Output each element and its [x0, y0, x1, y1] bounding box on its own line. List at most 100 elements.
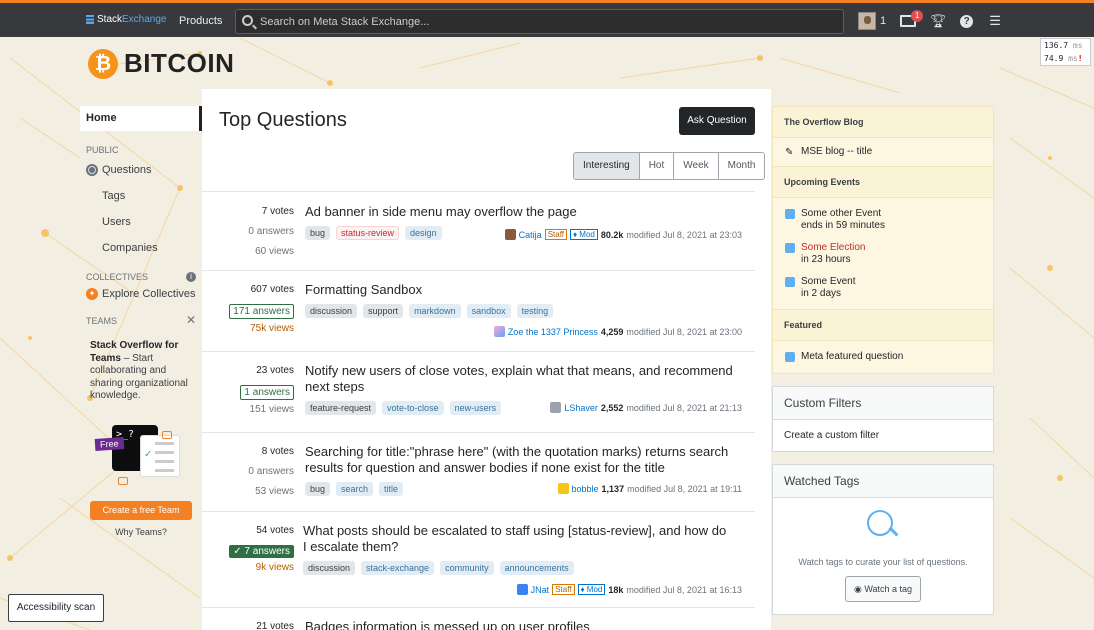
- question-stats: 8 votes 0 answers 53 views: [202, 446, 294, 506]
- vote-count: 54 votes: [256, 525, 294, 536]
- custom-filters-header: Custom Filters: [773, 387, 993, 420]
- filter-month[interactable]: Month: [717, 153, 765, 179]
- event-item[interactable]: Some Event in 2 days: [773, 269, 993, 309]
- inbox-icon[interactable]: 1: [900, 10, 924, 27]
- question-stats: 7 votes 0 answers 60 views: [202, 206, 294, 266]
- modified-time[interactable]: modified Jul 8, 2021 at 23:00: [626, 327, 742, 337]
- event-icon: [785, 243, 795, 253]
- watch-tag-button[interactable]: ◉ Watch a tag: [844, 576, 922, 602]
- tag-vote-to-close[interactable]: vote-to-close: [382, 401, 444, 415]
- nav-explore-collectives[interactable]: ✦ Explore Collectives: [80, 288, 202, 300]
- user-name[interactable]: JNat: [531, 585, 550, 595]
- tag-stack-exchange[interactable]: stack-exchange: [361, 561, 435, 575]
- answer-wrap: 171 answers: [202, 304, 294, 319]
- watched-tags-body: Watch tags to curate your list of questi…: [773, 498, 993, 614]
- site-name: BITCOIN: [124, 48, 235, 78]
- why-teams-link[interactable]: Why Teams?: [80, 527, 202, 537]
- tag-bug[interactable]: bug: [305, 226, 331, 240]
- nav-tags[interactable]: Tags: [80, 190, 202, 202]
- right-sidebar: The Overflow Blog ✎ MSE blog -- title Upc…: [772, 106, 994, 615]
- logo-stack-text: Stack: [97, 14, 123, 25]
- accessibility-scan-button[interactable]: Accessibility scan: [8, 594, 104, 622]
- question-title-link[interactable]: Searching for title:"phrase here" (with …: [305, 444, 735, 476]
- search-input[interactable]: Search on Meta Stack Exchange...: [235, 9, 844, 34]
- tag-new-users[interactable]: new-users: [449, 401, 502, 415]
- view-count: 151 views: [249, 404, 294, 415]
- user-avatar[interactable]: [557, 483, 569, 494]
- topbar-icons: 1 1 🏆︎ ? ☰: [858, 10, 1003, 30]
- site-header[interactable]: ₿ BITCOIN: [88, 48, 234, 79]
- close-icon[interactable]: ✕: [186, 313, 196, 327]
- tag-testing[interactable]: testing: [516, 304, 554, 318]
- tag-discussion[interactable]: discussion: [303, 561, 356, 575]
- answer-count: 7 answers: [244, 546, 290, 557]
- user-info: JNat Staff ♦ Mod 18k modified Jul 8, 202…: [516, 584, 742, 595]
- tag-sandbox[interactable]: sandbox: [466, 304, 511, 318]
- modified-time[interactable]: modified Jul 8, 2021 at 23:03: [626, 230, 742, 240]
- filter-hot[interactable]: Hot: [638, 153, 674, 179]
- ask-question-button[interactable]: Ask Question: [679, 107, 755, 135]
- blog-header: The Overflow Blog: [773, 107, 993, 138]
- watched-tags-header: Watched Tags: [773, 465, 993, 498]
- user-name[interactable]: LShaver: [564, 403, 598, 413]
- tag-title[interactable]: title: [379, 482, 404, 496]
- user-avatar[interactable]: [516, 584, 528, 595]
- tag-bug[interactable]: bug: [305, 482, 331, 496]
- question-title-link[interactable]: Badges information is messed up on user …: [305, 619, 735, 630]
- user-avatar[interactable]: [504, 229, 516, 240]
- question-title-link[interactable]: Notify new users of close votes, explain…: [305, 363, 735, 395]
- tag-discussion[interactable]: discussion: [305, 304, 358, 318]
- performance-profiler[interactable]: 136.7 ms 74.9 ms!: [1040, 38, 1091, 66]
- modified-time[interactable]: modified Jul 8, 2021 at 16:13: [626, 585, 742, 595]
- featured-item[interactable]: Meta featured question: [773, 341, 993, 373]
- modified-time[interactable]: modified Jul 8, 2021 at 21:13: [626, 403, 742, 413]
- modified-time[interactable]: modified Jul 8, 2021 at 19:11: [627, 484, 742, 494]
- filter-interesting[interactable]: Interesting: [574, 153, 639, 179]
- question-title-link[interactable]: What posts should be escalated to staff …: [303, 523, 733, 555]
- user-name[interactable]: bobble: [572, 484, 599, 494]
- tag-announcements[interactable]: announcements: [499, 561, 574, 575]
- tag-markdown[interactable]: markdown: [409, 304, 461, 318]
- perf-unit: ms: [1072, 41, 1083, 50]
- user-profile-link[interactable]: 1: [858, 12, 886, 30]
- question-stats: 21 votes: [202, 621, 294, 630]
- left-sidebar: Home PUBLIC Questions Tags Users Compani…: [80, 106, 202, 537]
- question-row: 607 votes 171 answers 75k views Formatti…: [202, 270, 755, 351]
- question-title-link[interactable]: Ad banner in side menu may overflow the …: [305, 204, 735, 220]
- trophy-icon[interactable]: 🏆︎: [930, 13, 947, 29]
- user-name[interactable]: Catija: [519, 230, 542, 240]
- blog-item[interactable]: ✎ MSE blog -- title: [773, 138, 993, 166]
- site-switcher-icon[interactable]: ☰: [987, 13, 1003, 29]
- user-info: LShaver 2,552 modified Jul 8, 2021 at 21…: [550, 402, 742, 413]
- question-title-link[interactable]: Formatting Sandbox: [305, 282, 735, 298]
- create-custom-filter-link[interactable]: Create a custom filter: [773, 420, 993, 451]
- info-icon[interactable]: i: [186, 272, 196, 282]
- accepted-answer-count: ✓ 7 answers: [229, 545, 294, 558]
- event-when: ends in 59 minutes: [801, 220, 885, 231]
- create-team-button[interactable]: Create a free Team: [90, 500, 192, 520]
- event-item[interactable]: Some other Event ends in 59 minutes: [773, 198, 993, 235]
- event-item[interactable]: Some Election in 23 hours: [773, 235, 993, 269]
- tag-support[interactable]: support: [363, 304, 404, 318]
- user-avatar[interactable]: [493, 326, 505, 337]
- nav-companies[interactable]: Companies: [80, 242, 202, 254]
- help-icon[interactable]: ?: [960, 14, 974, 28]
- eye-icon: ◉: [853, 584, 862, 594]
- tag-community[interactable]: community: [440, 561, 494, 575]
- user-avatar[interactable]: [550, 402, 562, 413]
- nav-home[interactable]: Home: [80, 106, 202, 131]
- tag-search[interactable]: search: [336, 482, 374, 496]
- products-link[interactable]: Products: [179, 15, 222, 27]
- tag-design[interactable]: design: [405, 226, 442, 240]
- user-reputation: 4,259: [600, 326, 624, 337]
- event-when: in 2 days: [801, 288, 842, 299]
- tag-feature-request[interactable]: feature-request: [305, 401, 377, 415]
- user-name[interactable]: Zoe the 1337 Princess: [508, 327, 598, 337]
- user-reputation: 1,137: [601, 483, 625, 494]
- nav-users[interactable]: Users: [80, 216, 202, 228]
- tag-status-review[interactable]: status-review: [336, 226, 400, 240]
- stackexchange-logo[interactable]: Stack Exchange: [86, 14, 167, 25]
- chat-bubble-icon: [162, 430, 172, 439]
- nav-questions[interactable]: Questions: [80, 164, 202, 176]
- filter-week[interactable]: Week: [673, 153, 717, 179]
